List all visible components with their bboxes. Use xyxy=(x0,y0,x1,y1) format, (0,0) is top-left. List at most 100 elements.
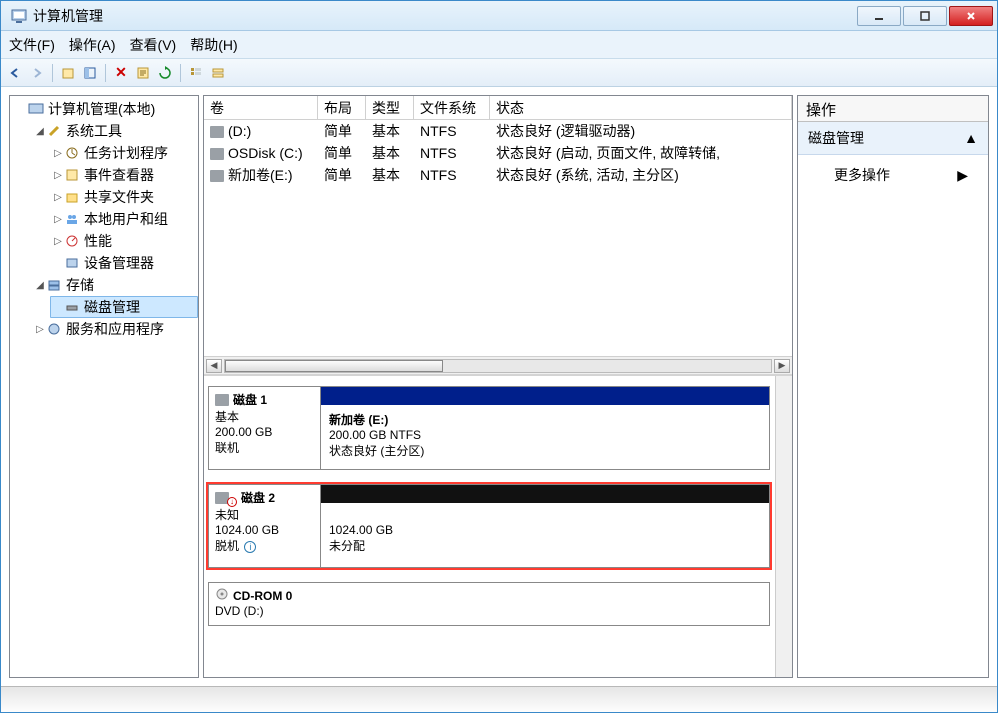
back-button[interactable] xyxy=(5,63,25,83)
col-volume[interactable]: 卷 xyxy=(204,96,318,119)
detail-view-button[interactable] xyxy=(208,63,228,83)
refresh-button[interactable] xyxy=(155,63,175,83)
cdrom-block[interactable]: CD-ROM 0 DVD (D:) xyxy=(208,582,770,626)
tree-label: 磁盘管理 xyxy=(84,297,140,317)
vol-type: 基本 xyxy=(366,165,414,185)
tree-event-viewer[interactable]: ▷事件查看器 xyxy=(50,164,198,186)
properties-button[interactable] xyxy=(133,63,153,83)
scroll-thumb[interactable] xyxy=(225,360,443,372)
volume-row[interactable]: OSDisk (C:) 简单 基本 NTFS 状态良好 (启动, 页面文件, 故… xyxy=(204,142,792,164)
partition-color-bar xyxy=(321,485,769,503)
disk-2-volumes[interactable]: 1024.00 GB 未分配 xyxy=(321,485,769,567)
disk-2-meta: ↓ 磁盘 2 未知 1024.00 GB 脱机 i xyxy=(209,485,321,567)
disk-vscrollbar[interactable] xyxy=(775,376,792,677)
collapse-icon[interactable]: ▲ xyxy=(964,130,978,146)
tree-label: 系统工具 xyxy=(66,121,122,141)
tree-label: 存储 xyxy=(66,275,94,295)
partition-status: 未分配 xyxy=(329,537,761,554)
disk-size: 1024.00 GB xyxy=(215,523,314,537)
action-more[interactable]: 更多操作 ▶ xyxy=(798,155,988,195)
col-type[interactable]: 类型 xyxy=(366,96,414,119)
action-more-label: 更多操作 xyxy=(834,165,890,185)
volume-icon xyxy=(210,170,224,182)
event-icon xyxy=(64,167,80,183)
disk-type: 基本 xyxy=(215,408,314,425)
volume-row[interactable]: (D:) 简单 基本 NTFS 状态良好 (逻辑驱动器) xyxy=(204,120,792,142)
actions-panel: 操作 磁盘管理 ▲ 更多操作 ▶ xyxy=(797,95,989,678)
tree-storage[interactable]: ◢存储 xyxy=(32,274,198,296)
tree-label: 性能 xyxy=(84,231,112,251)
tree-services-apps[interactable]: ▷服务和应用程序 xyxy=(32,318,198,340)
tree-performance[interactable]: ▷性能 xyxy=(50,230,198,252)
disk-1-block[interactable]: 磁盘 1 基本 200.00 GB 联机 新加卷 (E:) 200.00 GB … xyxy=(208,386,770,470)
tree-local-users[interactable]: ▷本地用户和组 xyxy=(50,208,198,230)
volume-list-header[interactable]: 卷 布局 类型 文件系统 状态 xyxy=(204,96,792,120)
center-panel: 卷 布局 类型 文件系统 状态 (D:) 简单 基本 NTFS 状态良好 (逻辑… xyxy=(203,95,793,678)
col-filesystem[interactable]: 文件系统 xyxy=(414,96,490,119)
nav-tree[interactable]: 计算机管理(本地) ◢系统工具 ▷任务计划程序 ▷事件查看器 ▷共享文件夹 ▷本… xyxy=(10,98,198,340)
volume-list: 卷 布局 类型 文件系统 状态 (D:) 简单 基本 NTFS 状态良好 (逻辑… xyxy=(204,96,792,376)
window-buttons xyxy=(857,6,993,26)
tree-disk-management[interactable]: 磁盘管理 xyxy=(50,296,198,318)
minimize-button[interactable] xyxy=(857,6,901,26)
titlebar[interactable]: 计算机管理 xyxy=(1,1,997,31)
tree-root[interactable]: 计算机管理(本地) xyxy=(14,98,198,120)
partition-info: 1024.00 GB 未分配 xyxy=(321,503,769,567)
disk-title: 磁盘 2 xyxy=(241,489,275,506)
disk-type: 未知 xyxy=(215,506,314,523)
actions-section[interactable]: 磁盘管理 ▲ xyxy=(798,122,988,155)
scroll-track[interactable] xyxy=(224,359,772,373)
scroll-right-button[interactable]: ▶ xyxy=(774,359,790,373)
tree-device-manager[interactable]: 设备管理器 xyxy=(50,252,198,274)
volume-icon xyxy=(210,148,224,160)
menu-file[interactable]: 文件(F) xyxy=(9,35,55,55)
info-icon[interactable]: i xyxy=(244,541,256,553)
vol-name: OSDisk (C:) xyxy=(228,145,303,161)
vol-layout: 简单 xyxy=(318,165,366,185)
volume-rows: (D:) 简单 基本 NTFS 状态良好 (逻辑驱动器) OSDisk (C:)… xyxy=(204,120,792,356)
delete-button[interactable]: ✕ xyxy=(111,63,131,83)
volume-row[interactable]: 新加卷(E:) 简单 基本 NTFS 状态良好 (系统, 活动, 主分区) xyxy=(204,164,792,186)
disk-icon xyxy=(215,394,229,406)
vol-layout: 简单 xyxy=(318,121,366,141)
vol-status: 状态良好 (逻辑驱动器) xyxy=(490,121,792,141)
actions-header: 操作 xyxy=(798,96,988,122)
vol-name: 新加卷(E:) xyxy=(228,167,293,183)
scroll-left-button[interactable]: ◀ xyxy=(206,359,222,373)
computer-icon xyxy=(28,101,44,117)
tree-label: 共享文件夹 xyxy=(84,187,154,207)
show-hide-pane-button[interactable] xyxy=(80,63,100,83)
vol-status: 状态良好 (启动, 页面文件, 故障转储, xyxy=(490,143,792,163)
volume-hscrollbar[interactable]: ◀ ▶ xyxy=(204,356,792,374)
maximize-button[interactable] xyxy=(903,6,947,26)
menu-help[interactable]: 帮助(H) xyxy=(190,35,237,55)
actions-section-label: 磁盘管理 xyxy=(808,128,864,148)
close-button[interactable] xyxy=(949,6,993,26)
col-layout[interactable]: 布局 xyxy=(318,96,366,119)
navigation-tree-panel: 计算机管理(本地) ◢系统工具 ▷任务计划程序 ▷事件查看器 ▷共享文件夹 ▷本… xyxy=(9,95,199,678)
menu-view[interactable]: 查看(V) xyxy=(130,35,177,55)
app-icon xyxy=(11,8,27,24)
vol-type: 基本 xyxy=(366,121,414,141)
tree-system-tools[interactable]: ◢系统工具 xyxy=(32,120,198,142)
col-status[interactable]: 状态 xyxy=(490,96,792,119)
footer-gradient xyxy=(1,686,997,712)
tree-task-scheduler[interactable]: ▷任务计划程序 xyxy=(50,142,198,164)
forward-button[interactable] xyxy=(27,63,47,83)
disk-2-block[interactable]: ↓ 磁盘 2 未知 1024.00 GB 脱机 i 1024.00 GB 未分配 xyxy=(208,484,770,568)
tree-shared-folders[interactable]: ▷共享文件夹 xyxy=(50,186,198,208)
perf-icon xyxy=(64,233,80,249)
tree-root-label: 计算机管理(本地) xyxy=(48,99,155,119)
partition-status: 状态良好 (主分区) xyxy=(329,442,761,459)
tree-label: 本地用户和组 xyxy=(84,209,168,229)
disk-title: 磁盘 1 xyxy=(233,391,267,408)
menubar: 文件(F) 操作(A) 查看(V) 帮助(H) xyxy=(1,31,997,59)
volume-icon xyxy=(210,126,224,138)
up-button[interactable] xyxy=(58,63,78,83)
menu-action[interactable]: 操作(A) xyxy=(69,35,116,55)
partition-size: 1024.00 GB xyxy=(329,523,761,537)
list-view-button[interactable] xyxy=(186,63,206,83)
cdrom-icon xyxy=(215,587,229,604)
storage-icon xyxy=(46,277,62,293)
disk-1-volumes[interactable]: 新加卷 (E:) 200.00 GB NTFS 状态良好 (主分区) xyxy=(321,387,769,469)
